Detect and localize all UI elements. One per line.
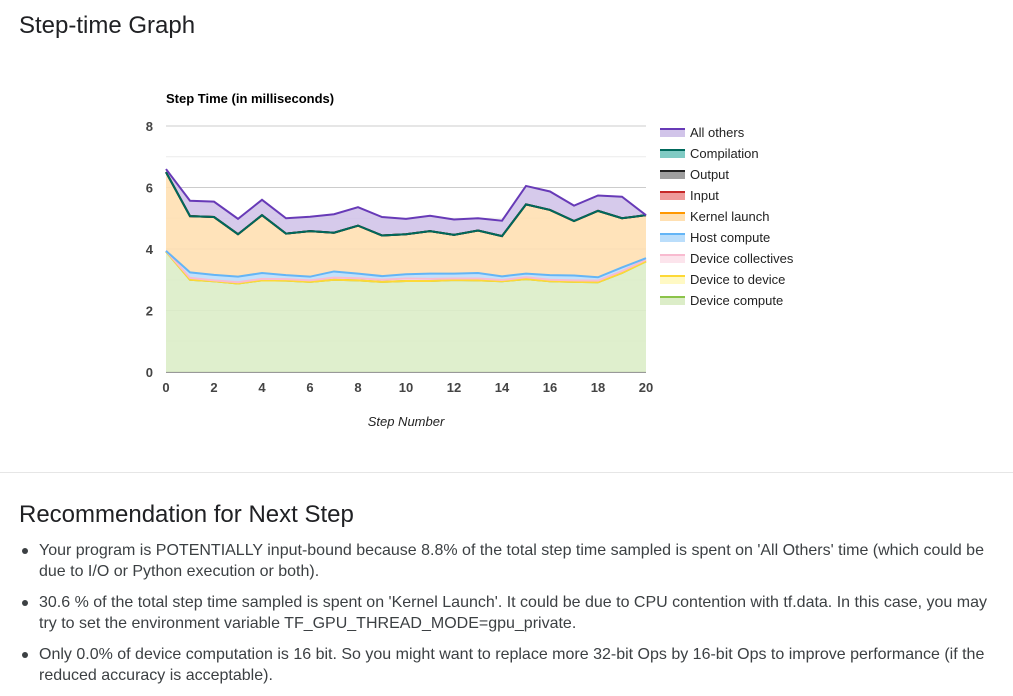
recommendation-text: Only 0.0% of device computation is 16 bi… [39,646,985,684]
x-tick-label: 12 [447,380,461,395]
legend-label: All others [690,125,745,140]
legend-swatch [660,171,685,179]
y-tick-label: 8 [146,119,153,134]
section-divider [0,472,1013,473]
legend-label: Device collectives [690,251,794,266]
x-tick-label: 18 [591,380,605,395]
x-tick-label: 14 [495,380,510,395]
x-axis-label: Step Number [368,414,445,429]
recommendation-item: 30.6 % of the total step time sampled is… [19,592,1009,634]
legend-swatch [660,150,685,158]
legend-swatch [660,213,685,221]
legend-label: Compilation [690,146,759,161]
x-tick-label: 4 [258,380,266,395]
x-tick-label: 2 [210,380,217,395]
legend-swatch [660,234,685,242]
recommendation-text: Your program is POTENTIALLY input-bound … [39,542,984,580]
legend-swatch [660,255,685,263]
x-tick-label: 6 [306,380,313,395]
legend-label: Host compute [690,230,770,245]
legend-swatch [660,129,685,137]
chart-title: Step Time (in milliseconds) [166,91,334,106]
x-tick-label: 16 [543,380,557,395]
legend-swatch [660,276,685,284]
x-tick-label: 8 [354,380,361,395]
legend-label: Device compute [690,293,783,308]
bullet-icon [22,548,28,554]
recommendation-text: 30.6 % of the total step time sampled is… [39,594,987,632]
bullet-icon [22,652,28,658]
legend-label: Kernel launch [690,209,770,224]
legend-swatch [660,297,685,305]
bullet-icon [22,600,28,606]
legend-label: Output [690,167,729,182]
recommendation-title: Recommendation for Next Step [19,501,354,528]
y-tick-label: 0 [146,365,153,380]
legend-label: Device to device [690,272,785,287]
step-time-chart: Step Time (in milliseconds) 0 2 4 6 8 0 2 4 6 8 10 1… [146,91,794,429]
x-tick-label: 10 [399,380,413,395]
recommendation-list: Your program is POTENTIALLY input-bound … [19,540,1009,696]
x-tick-label: 0 [162,380,169,395]
recommendation-item: Your program is POTENTIALLY input-bound … [19,540,1009,582]
recommendation-item: Only 0.0% of device computation is 16 bi… [19,644,1009,686]
legend-swatch [660,192,685,200]
y-tick-label: 6 [146,181,153,196]
y-tick-label: 2 [146,304,153,319]
x-tick-label: 20 [639,380,653,395]
legend-label: Input [690,188,719,203]
y-tick-label: 4 [146,242,154,257]
